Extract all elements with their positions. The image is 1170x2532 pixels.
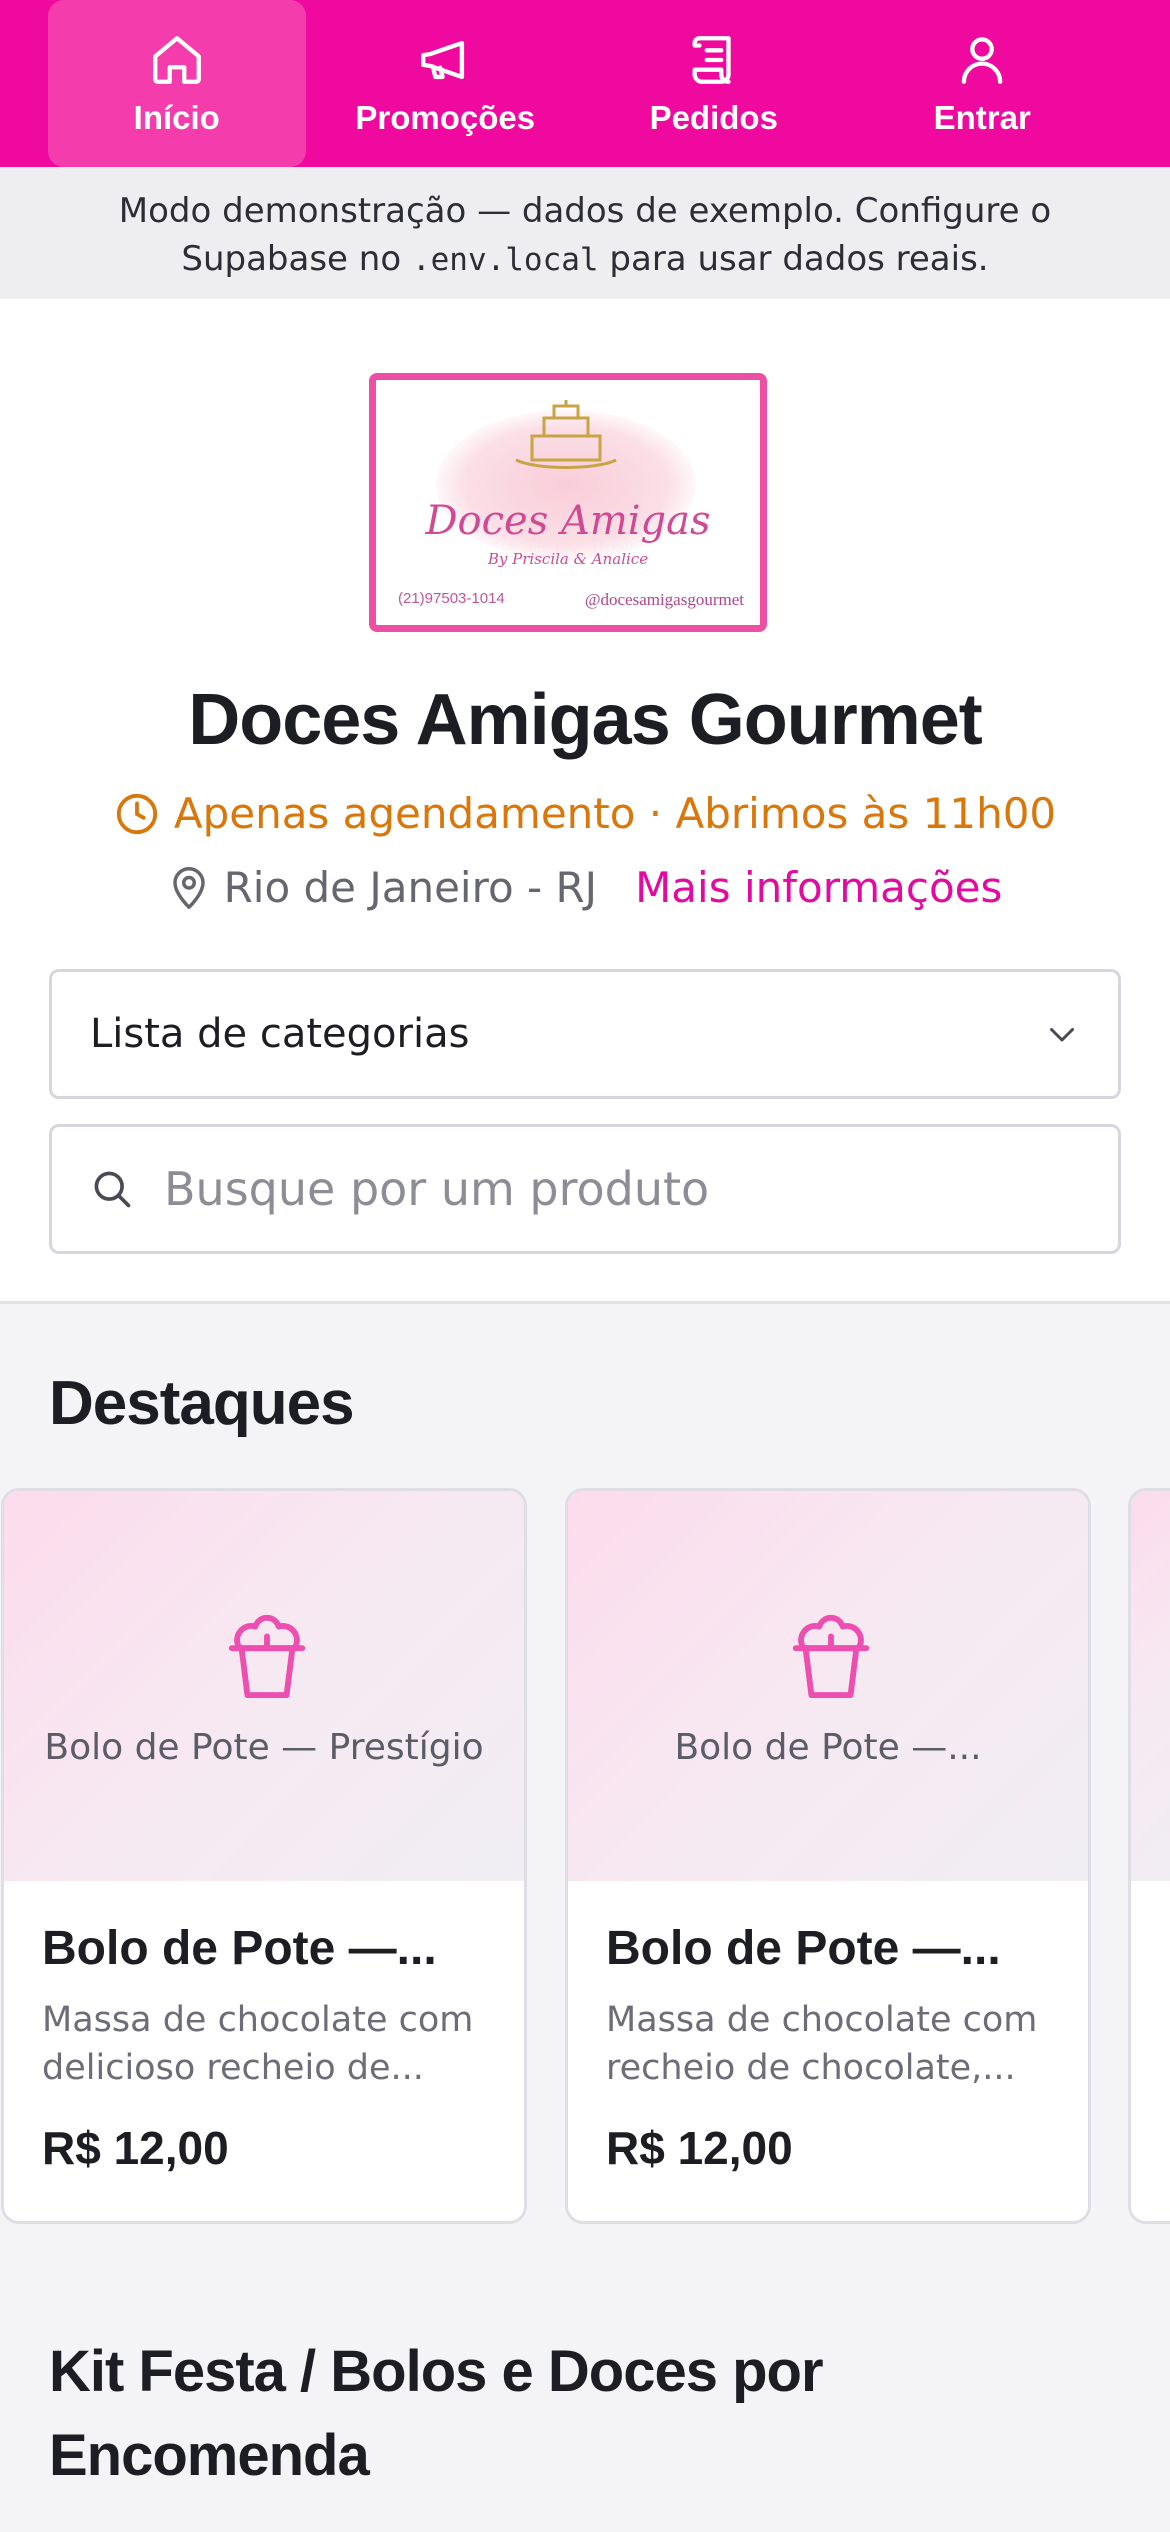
map-pin-icon — [172, 866, 205, 909]
product-price: R$ 12,00 — [42, 2122, 229, 2174]
product-price: R$ 12,00 — [606, 2122, 793, 2174]
product-thumbnail: Bolo de Pote —... — [568, 1491, 1088, 1881]
logo-instagram: @docesamigasgourmet — [584, 590, 744, 609]
receipt-icon — [692, 35, 731, 84]
product-card[interactable]: Bolo de Pote —... Bolo de Pote —... Mass… — [565, 1488, 1091, 2224]
nav-label: Entrar — [933, 98, 1031, 136]
user-icon — [961, 36, 1003, 84]
nav-label: Promoções — [355, 98, 536, 136]
category-select-value: Lista de categorias — [90, 1011, 470, 1057]
kit-festa-section-title: Kit Festa / Bolos e Doces por Encomenda — [49, 2339, 824, 2488]
store-header: Doces Amigas By Priscila & Analice (21)9… — [0, 299, 1170, 1304]
home-icon — [152, 35, 201, 84]
logo-brand-text: Doces Amigas — [425, 498, 711, 544]
nav-item-pedidos[interactable]: Pedidos — [585, 0, 843, 167]
cupcake-icon — [228, 1614, 306, 1699]
nav-item-entrar[interactable]: Entrar — [854, 0, 1112, 167]
more-info-link[interactable]: Mais informações — [635, 863, 1002, 912]
product-thumbnail — [1131, 1491, 1170, 1881]
chevron-down-icon — [1050, 1028, 1074, 1042]
product-card[interactable]: Bolo de Pote — Prestígio Bolo de Pote —.… — [1, 1488, 527, 2224]
store-logo: Doces Amigas By Priscila & Analice (21)9… — [369, 373, 767, 632]
nav-item-promocoes[interactable]: Promoções — [317, 0, 575, 167]
demo-mode-banner: Modo demonstração — dados de exemplo. Co… — [0, 167, 1170, 299]
product-description: Massa de chocolate com recheio de chocol… — [606, 2000, 1038, 2088]
product-search[interactable] — [49, 1124, 1121, 1254]
logo-phone: (21)97503-1014 — [398, 590, 505, 607]
megaphone-icon — [421, 40, 465, 79]
highlights-title: Destaques — [49, 1369, 355, 1438]
store-name: Doces Amigas Gourmet — [188, 680, 983, 760]
thumbnail-label: Bolo de Pote — Prestígio — [44, 1727, 484, 1768]
top-navigation: Início Promoções Pedidos Entrar — [0, 0, 1170, 167]
product-description: Massa de chocolate com delicioso recheio… — [42, 2000, 474, 2088]
nav-label: Pedidos — [649, 98, 778, 136]
banner-text-end: para usar dados reais. — [609, 239, 989, 279]
logo-byline: By Priscila & Analice — [487, 550, 649, 568]
category-select[interactable]: Lista de categorias — [49, 969, 1121, 1099]
store-location: Rio de Janeiro - RJ Mais informações — [0, 863, 1170, 912]
hours-text: Apenas agendamento · Abrimos às 11h00 — [173, 789, 1057, 838]
banner-code: .env.local — [411, 242, 599, 278]
nav-label: Início — [133, 98, 220, 136]
product-name: Bolo de Pote —... — [42, 1922, 437, 1975]
clock-icon — [116, 793, 157, 834]
product-thumbnail: Bolo de Pote — Prestígio — [4, 1491, 524, 1881]
product-name: Bolo de Pote —... — [606, 1922, 1001, 1975]
search-input[interactable] — [164, 1162, 1064, 1216]
cupcake-icon — [792, 1614, 870, 1699]
store-hours: Apenas agendamento · Abrimos às 11h00 — [0, 789, 1170, 838]
search-icon — [94, 1171, 131, 1208]
nav-item-inicio[interactable]: Início — [48, 0, 306, 167]
city-text: Rio de Janeiro - RJ — [223, 863, 598, 912]
product-card-peek[interactable] — [1128, 1488, 1170, 2224]
thumbnail-label: Bolo de Pote —... — [674, 1727, 982, 1768]
